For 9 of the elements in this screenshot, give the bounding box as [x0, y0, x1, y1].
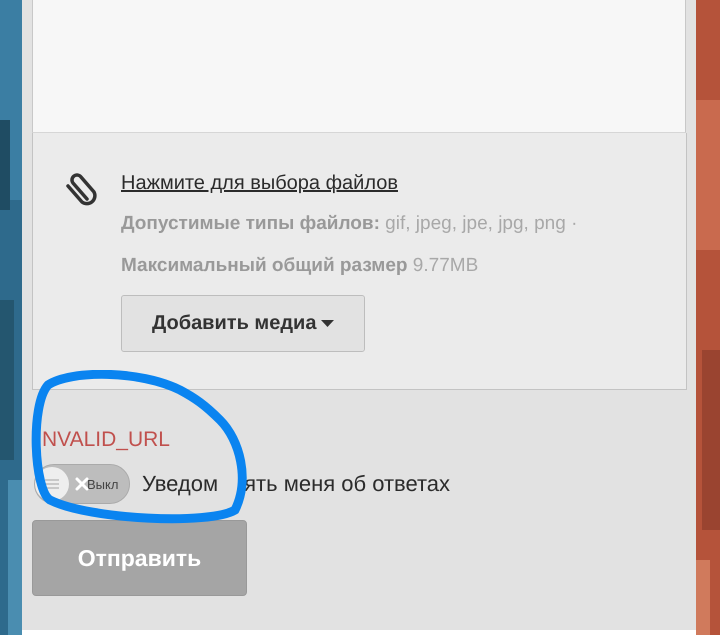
error-message: NVALID_URL — [42, 428, 171, 452]
add-media-button[interactable]: Добавить медиа — [121, 295, 366, 352]
close-icon — [75, 477, 89, 491]
file-info-text: Допустимые типы файлов: gif, jpeg, jpe, jpg, png · Максимальный общий размер 9.77MB — [121, 212, 578, 278]
grip-icon — [44, 478, 60, 490]
toggle-label: Уведом — [142, 471, 218, 497]
caret-icon — [321, 320, 334, 328]
choose-files-link[interactable]: Нажмите для выбора файлов — [121, 169, 398, 197]
message-field[interactable] — [32, 0, 686, 133]
